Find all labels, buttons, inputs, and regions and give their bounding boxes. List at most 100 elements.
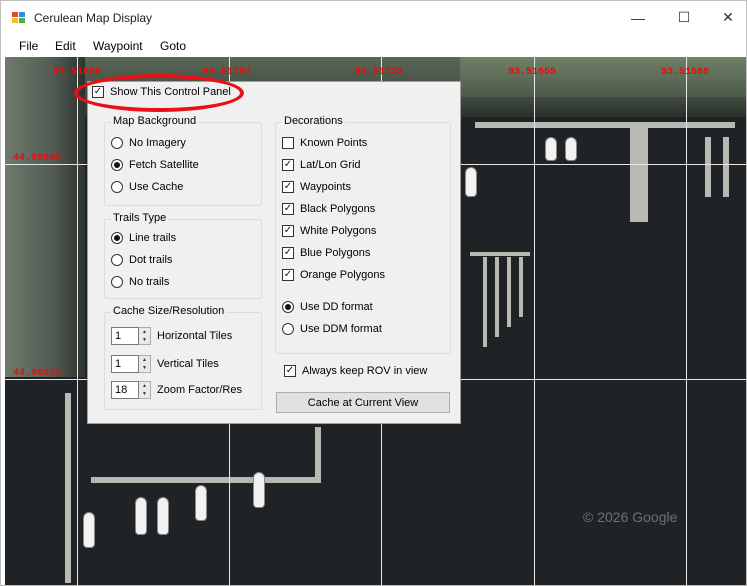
- menu-file[interactable]: File: [19, 39, 38, 53]
- check-label: Lat/Lon Grid: [300, 159, 361, 171]
- boat: [545, 137, 557, 161]
- minimize-button[interactable]: —: [615, 1, 661, 34]
- vertical-tiles-input[interactable]: 1: [111, 355, 139, 373]
- trails-type-group: Trails Type Line trails Dot trails No tr…: [104, 212, 262, 299]
- boat: [83, 512, 95, 548]
- radio-dot-trails[interactable]: Dot trails: [111, 254, 172, 266]
- radio-label: Fetch Satellite: [129, 159, 199, 171]
- highlight-circle-annotation: [74, 74, 244, 112]
- radio-dd-format[interactable]: Use DD format: [282, 301, 373, 313]
- radio-selected-icon: [111, 159, 123, 171]
- radio-line-trails[interactable]: Line trails: [111, 232, 176, 244]
- keep-rov-label: Always keep ROV in view: [302, 365, 428, 377]
- check-black-polygons[interactable]: ✓ Black Polygons: [282, 203, 375, 215]
- spin-arrows-icon[interactable]: ▲ ▼: [139, 381, 151, 399]
- spin-label: Vertical Tiles: [157, 358, 219, 370]
- app-icon: [12, 12, 26, 24]
- horizontal-tiles-stepper[interactable]: 1 ▲ ▼ Horizontal Tiles: [111, 327, 232, 345]
- control-panel: ✓ Show This Control Panel Map Background…: [87, 81, 461, 424]
- radio-label: Line trails: [129, 232, 177, 244]
- radio-selected-icon: [282, 301, 294, 313]
- vertical-tiles-stepper[interactable]: 1 ▲ ▼ Vertical Tiles: [111, 355, 219, 373]
- checkbox-checked-icon: ✓: [282, 247, 294, 259]
- grid-label-lon: 93.51791: [203, 67, 252, 78]
- check-waypoints[interactable]: ✓ Waypoints: [282, 181, 351, 193]
- radio-no-trails[interactable]: No trails: [111, 276, 169, 288]
- main-window: Cerulean Map Display — ☐ ✕ File Edit Way…: [0, 0, 747, 586]
- check-label: White Polygons: [300, 225, 377, 237]
- checkbox-icon: [282, 137, 294, 149]
- checkbox-checked-icon: ✓: [282, 225, 294, 237]
- dock: [723, 137, 729, 197]
- imagery-watermark: © 2026 Google: [583, 509, 678, 525]
- radio-selected-icon: [111, 232, 123, 244]
- spin-label: Horizontal Tiles: [157, 330, 233, 342]
- horizontal-tiles-input[interactable]: 1: [111, 327, 139, 345]
- land-left: [5, 57, 85, 377]
- radio-label: Dot trails: [129, 254, 173, 266]
- check-white-polygons[interactable]: ✓ White Polygons: [282, 225, 376, 237]
- title-bar[interactable]: Cerulean Map Display — ☐ ✕: [1, 1, 746, 34]
- grid-label-lon: 93.51588: [661, 67, 710, 78]
- group-title: Cache Size/Resolution: [111, 305, 227, 317]
- close-button[interactable]: ✕: [705, 1, 747, 34]
- radio-label: No trails: [129, 276, 170, 288]
- boat: [465, 167, 477, 197]
- dock: [495, 257, 499, 337]
- boat: [135, 497, 147, 535]
- cache-current-view-button[interactable]: Cache at Current View: [276, 392, 450, 413]
- dock: [705, 137, 711, 197]
- checkbox-checked-icon: ✓: [282, 269, 294, 281]
- grid-line: [534, 57, 535, 585]
- decorations-group: Decorations Known Points ✓ Lat/Lon Grid …: [275, 115, 451, 354]
- zoom-factor-input[interactable]: 18: [111, 381, 139, 399]
- menu-waypoint[interactable]: Waypoint: [93, 39, 143, 53]
- radio-no-imagery[interactable]: No Imagery: [111, 137, 186, 149]
- dock: [470, 252, 530, 256]
- menu-goto[interactable]: Goto: [160, 39, 186, 53]
- check-lat-lon-grid[interactable]: ✓ Lat/Lon Grid: [282, 159, 361, 171]
- close-icon: ✕: [722, 9, 734, 25]
- grid-line: [77, 57, 78, 585]
- zoom-factor-stepper[interactable]: 18 ▲ ▼ Zoom Factor/Res: [111, 381, 242, 399]
- radio-icon: [111, 137, 123, 149]
- boat: [157, 497, 169, 535]
- checkbox-checked-icon: ✓: [282, 159, 294, 171]
- radio-icon: [111, 181, 123, 193]
- maximize-button[interactable]: ☐: [661, 1, 707, 34]
- cache-size-group: Cache Size/Resolution 1 ▲ ▼ Horizontal Ti…: [104, 305, 262, 410]
- radio-icon: [282, 323, 294, 335]
- dock: [91, 477, 321, 483]
- keep-rov-checkbox[interactable]: ✓ Always keep ROV in view: [284, 365, 427, 377]
- grid-line: [686, 57, 687, 585]
- radio-fetch-satellite[interactable]: Fetch Satellite: [111, 159, 199, 171]
- check-known-points[interactable]: Known Points: [282, 137, 367, 149]
- minimize-icon: —: [631, 9, 645, 26]
- map-background-group: Map Background No Imagery Fetch Satellit…: [104, 115, 262, 206]
- spin-arrows-icon[interactable]: ▲ ▼: [139, 327, 151, 345]
- radio-ddm-format[interactable]: Use DDM format: [282, 323, 382, 335]
- group-title: Trails Type: [111, 212, 169, 224]
- checkbox-checked-icon: ✓: [282, 181, 294, 193]
- dock: [507, 257, 511, 327]
- radio-use-cache[interactable]: Use Cache: [111, 181, 183, 193]
- maximize-icon: ☐: [677, 9, 691, 25]
- window-title: Cerulean Map Display: [34, 11, 153, 25]
- menu-edit[interactable]: Edit: [55, 39, 76, 53]
- boat: [253, 472, 265, 508]
- check-orange-polygons[interactable]: ✓ Orange Polygons: [282, 269, 385, 281]
- radio-icon: [111, 276, 123, 288]
- grid-label-lat: 44.96948: [13, 153, 62, 164]
- checkbox-checked-icon: ✓: [284, 365, 296, 377]
- dock: [475, 122, 735, 128]
- check-blue-polygons[interactable]: ✓ Blue Polygons: [282, 247, 370, 259]
- dock: [630, 122, 648, 222]
- boat: [565, 137, 577, 161]
- dock: [65, 393, 71, 583]
- grid-label-lon: 93.51858: [53, 67, 102, 78]
- dock: [519, 257, 523, 317]
- radio-label: Use DD format: [300, 301, 373, 313]
- group-title: Map Background: [111, 115, 199, 127]
- group-title: Decorations: [282, 115, 345, 127]
- spin-arrows-icon[interactable]: ▲ ▼: [139, 355, 151, 373]
